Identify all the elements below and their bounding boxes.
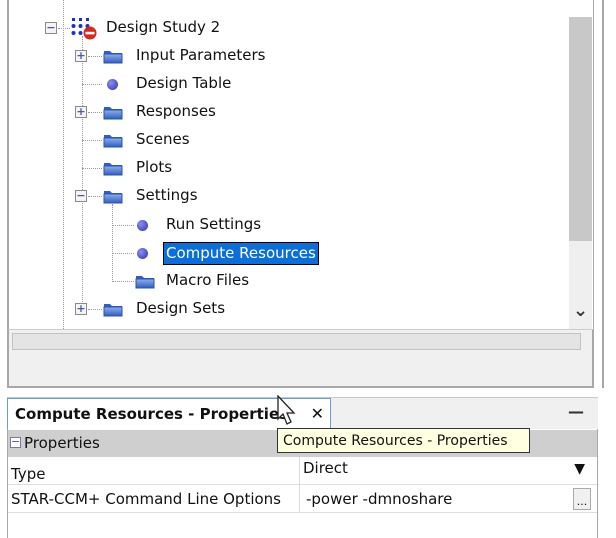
- tree-item-label: Design Table: [136, 74, 232, 92]
- property-value: Direct: [303, 459, 348, 477]
- folder-icon: [103, 302, 123, 317]
- simulation-tree: − Design Study 2 + Input Parameters Desi…: [7, 0, 594, 329]
- folder-icon: [103, 133, 123, 148]
- panel-divider: [602, 0, 604, 388]
- tree-item-label: Settings: [136, 186, 198, 204]
- property-row-type: Type Direct ▼: [8, 457, 597, 485]
- section-label: Properties: [24, 434, 100, 452]
- folder-icon: [135, 274, 155, 289]
- tree-item-label: Run Settings: [166, 215, 262, 233]
- tree-item-scenes[interactable]: Scenes: [75, 126, 475, 154]
- node-dot-icon: [137, 248, 148, 259]
- tree-item-label: Macro Files: [166, 271, 250, 289]
- tree-item-label: Plots: [136, 158, 173, 176]
- folder-icon: [103, 189, 123, 204]
- tree-line: [63, 0, 64, 329]
- tree-item-run-settings[interactable]: Run Settings: [105, 211, 505, 239]
- horizontal-scrollbar[interactable]: [12, 333, 581, 350]
- design-study-icon: [71, 18, 97, 40]
- property-name: STAR-CCM+ Command Line Options: [8, 485, 300, 513]
- property-value: -power -dmnoshare: [306, 490, 453, 508]
- property-row-command-line-options: STAR-CCM+ Command Line Options -power -d…: [8, 485, 597, 513]
- tab-title: Compute Resources - Properties: [15, 405, 289, 423]
- tree-item-label: Design Sets: [136, 299, 226, 317]
- close-icon[interactable]: ✕: [311, 404, 324, 423]
- type-dropdown[interactable]: Direct ▼: [300, 457, 597, 485]
- folder-icon: [103, 49, 123, 64]
- tree-item-label: Input Parameters: [136, 46, 266, 64]
- collapse-icon[interactable]: −: [45, 22, 57, 34]
- tree-item-input-parameters[interactable]: + Input Parameters: [75, 42, 475, 70]
- tree-item-design-sets[interactable]: + Design Sets: [75, 295, 475, 323]
- collapse-icon[interactable]: −: [10, 436, 21, 448]
- expand-icon[interactable]: +: [75, 50, 87, 62]
- node-dot-icon: [107, 79, 118, 90]
- scroll-down-icon[interactable]: ⌄: [569, 300, 592, 324]
- tree-item-settings[interactable]: − Settings: [75, 182, 475, 210]
- collapse-icon[interactable]: −: [75, 190, 87, 202]
- tree-item-design-table[interactable]: Design Table: [75, 70, 475, 98]
- tree-item-label: Scenes: [136, 130, 190, 148]
- node-dot-icon: [137, 220, 148, 231]
- ellipsis-button[interactable]: ...: [573, 488, 591, 510]
- folder-icon: [103, 161, 123, 176]
- tree-item-plots[interactable]: Plots: [75, 154, 475, 182]
- tree-item-compute-resources[interactable]: Compute Resources: [105, 239, 505, 267]
- command-line-options-field[interactable]: -power -dmnoshare ...: [300, 485, 597, 513]
- expand-icon[interactable]: +: [75, 106, 87, 118]
- mouse-cursor-icon: [277, 395, 296, 425]
- tooltip: Compute Resources - Properties: [277, 428, 530, 453]
- expand-icon[interactable]: +: [75, 303, 87, 315]
- minimize-icon[interactable]: —: [568, 402, 584, 421]
- tree-item-label-selected: Compute Resources: [163, 242, 319, 265]
- tree-item-macro-files[interactable]: Macro Files: [105, 267, 505, 295]
- tree-item-label: Design Study 2: [106, 18, 221, 36]
- folder-icon: [103, 105, 123, 120]
- tree-item-label: Responses: [136, 102, 216, 120]
- property-name: Type: [8, 457, 300, 485]
- scrollbar-thumb[interactable]: [569, 17, 592, 241]
- dropdown-arrow-icon[interactable]: ▼: [574, 461, 585, 477]
- tree-item-responses[interactable]: + Responses: [75, 98, 475, 126]
